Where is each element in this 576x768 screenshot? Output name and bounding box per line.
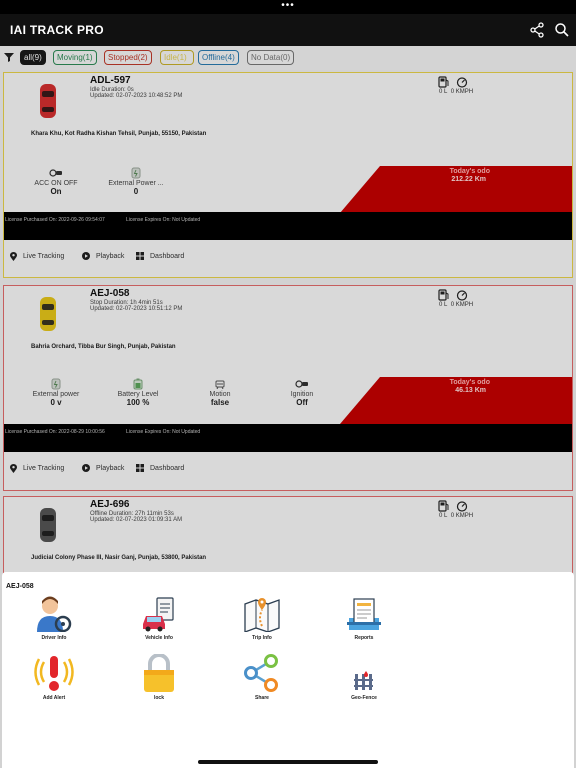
plug-icon bbox=[131, 167, 141, 178]
vehicle-plate: AEJ-696 bbox=[90, 499, 130, 510]
filter-nodata-chip[interactable]: No Data(0) bbox=[247, 50, 295, 65]
stat-ignition: Ignition Off bbox=[262, 377, 342, 407]
driver-info-tile[interactable]: Driver Info bbox=[14, 592, 94, 641]
plug-icon bbox=[51, 378, 61, 389]
vehicle-card[interactable]: ADL-597 Idle Duration: 0s Updated: 02-07… bbox=[3, 72, 573, 278]
motion-icon bbox=[215, 380, 225, 389]
vehicle-address: Judicial Colony Phase III, Nasir Ganj, P… bbox=[31, 555, 207, 561]
sheet-vehicle-title: AEJ-058 bbox=[6, 583, 34, 590]
search-icon[interactable] bbox=[553, 21, 571, 39]
vehicle-info-tile[interactable]: Vehicle Info bbox=[119, 592, 199, 641]
battery-icon bbox=[133, 378, 143, 389]
share-tile[interactable]: Share bbox=[222, 652, 302, 701]
filter-icon[interactable] bbox=[4, 52, 14, 62]
car-icon bbox=[40, 84, 56, 118]
stat-acc: ACC ON OFF On bbox=[16, 166, 96, 196]
key-icon bbox=[295, 379, 308, 388]
filter-all-chip[interactable]: all(9) bbox=[20, 50, 46, 65]
key-icon bbox=[49, 168, 62, 177]
geo-fence-tile[interactable]: Geo-Fence bbox=[324, 652, 404, 701]
live-tracking-button[interactable]: Live Tracking bbox=[10, 464, 64, 473]
filter-moving-chip[interactable]: Moving(1) bbox=[53, 50, 97, 65]
app-bar: IAI TRACK PRO bbox=[0, 14, 576, 46]
vehicle-plate: AEJ-058 bbox=[90, 288, 130, 299]
share-network-icon bbox=[244, 654, 278, 692]
vehicle-updated: Updated: 02-07-2023 10:51:12 PM bbox=[90, 306, 183, 312]
lock-tile[interactable]: lock bbox=[119, 652, 199, 701]
play-icon bbox=[82, 464, 90, 472]
vehicle-actions-sheet: AEJ-058 Driver Info Vehicle Info Trip In… bbox=[2, 572, 574, 768]
geo-fence-icon bbox=[354, 671, 373, 690]
lock-icon bbox=[144, 654, 174, 692]
license-bar: License Purchased On: 2022-08-29 10:00:5… bbox=[4, 424, 572, 452]
vehicle-address: Bahria Orchard, Tibba Bur Singh, Punjab,… bbox=[31, 344, 176, 350]
car-icon bbox=[40, 508, 56, 542]
vehicle-updated: Updated: 02-07-2023 10:48:52 PM bbox=[90, 93, 183, 99]
multitask-dots-icon[interactable]: ••• bbox=[0, 1, 576, 11]
dashboard-grid-icon bbox=[136, 464, 144, 472]
vehicle-updated: Updated: 02-07-2023 01:09:31 AM bbox=[90, 517, 183, 523]
vehicle-plate: ADL-597 bbox=[90, 75, 131, 86]
play-icon bbox=[82, 252, 90, 260]
stat-battery-level: Battery Level 100 % bbox=[98, 377, 178, 407]
reports-icon bbox=[347, 598, 381, 630]
filter-idle-chip[interactable]: Idle(1) bbox=[160, 50, 194, 65]
vehicle-address: Khara Khu, Kot Radha Kishan Tehsil, Punj… bbox=[31, 131, 207, 137]
home-indicator[interactable] bbox=[198, 760, 378, 764]
app-title: IAI TRACK PRO bbox=[10, 23, 104, 37]
map-route-icon bbox=[244, 598, 280, 632]
odometer-text: Today's odo 212.22 Km bbox=[449, 168, 490, 183]
fuel-gauge-icon bbox=[438, 289, 468, 301]
filter-offline-chip[interactable]: Offline(4) bbox=[198, 50, 239, 65]
status-bar: ••• bbox=[0, 0, 576, 14]
trip-info-tile[interactable]: Trip Info bbox=[222, 592, 302, 641]
odometer-text: Today's odo 46.13 Km bbox=[449, 379, 490, 394]
location-pin-icon bbox=[10, 252, 17, 261]
dashboard-button[interactable]: Dashboard bbox=[136, 464, 184, 472]
playback-button[interactable]: Playback bbox=[82, 252, 124, 260]
stat-motion: Motion false bbox=[180, 377, 260, 407]
share-icon[interactable] bbox=[528, 21, 546, 39]
dashboard-button[interactable]: Dashboard bbox=[136, 252, 184, 260]
driver-icon bbox=[37, 596, 72, 632]
filter-bar: all(9) Moving(1) Stopped(2) Idle(1) Offl… bbox=[0, 46, 576, 70]
filter-stopped-chip[interactable]: Stopped(2) bbox=[104, 50, 152, 65]
vehicle-card[interactable]: AEJ-058 Stop Duration: 1h 4min 51s Updat… bbox=[3, 285, 573, 491]
add-alert-tile[interactable]: Add Alert bbox=[14, 652, 94, 701]
car-icon bbox=[40, 297, 56, 331]
alert-icon bbox=[34, 656, 74, 691]
reports-tile[interactable]: Reports bbox=[324, 592, 404, 641]
fuel-gauge-icon bbox=[438, 500, 468, 512]
live-tracking-button[interactable]: Live Tracking bbox=[10, 252, 64, 261]
location-pin-icon bbox=[10, 464, 17, 473]
fuel-speed-readout: 0 L 0 KMPH bbox=[439, 513, 474, 519]
vehicle-info-icon bbox=[143, 597, 174, 632]
license-bar: License Purchased On: 2022-09-26 09:54:0… bbox=[4, 212, 572, 240]
playback-button[interactable]: Playback bbox=[82, 464, 124, 472]
fuel-gauge-icon bbox=[438, 76, 468, 88]
stat-external-power: External Power ... 0 bbox=[96, 166, 176, 196]
fuel-speed-readout: 0 L 0 KMPH bbox=[439, 302, 474, 308]
stat-external-power: External power 0 v bbox=[16, 377, 96, 407]
dashboard-grid-icon bbox=[136, 252, 144, 260]
fuel-speed-readout: 0 L 0 KMPH bbox=[439, 89, 474, 95]
